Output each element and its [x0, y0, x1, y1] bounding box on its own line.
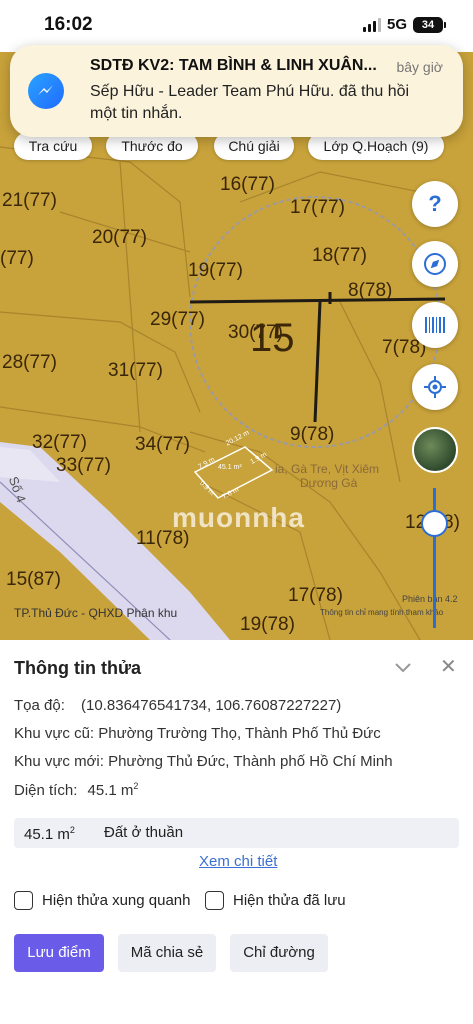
parcel-label: (77) [0, 248, 34, 269]
checkbox-box[interactable] [14, 891, 33, 910]
network-type: 5G [386, 16, 407, 33]
parcel-label: 31(77) [108, 360, 163, 381]
compass-button[interactable] [412, 241, 458, 287]
collapse-chevron-icon[interactable] [394, 658, 412, 676]
map-version: Phiên bản 4.2 [402, 594, 458, 604]
selected-parcel-number: 15 [250, 316, 295, 360]
coordinates-label: Tọa độ: [14, 697, 65, 714]
notification-title: SDTĐ KV2: TAM BÌNH & LINH XUÂN... [90, 57, 377, 74]
satellite-layer-icon[interactable] [412, 427, 458, 473]
parcel-label: 8(78) [348, 280, 393, 301]
parcel-label: 17(77) [290, 197, 345, 218]
area-unit-sup: 2 [133, 781, 139, 791]
parcel-label: 32(77) [32, 432, 87, 453]
new-area-label: Khu vực mới: [14, 753, 104, 770]
show-surrounding-checkbox[interactable]: Hiện thửa xung quanh [14, 891, 190, 910]
parcel-boundary [339, 301, 401, 483]
old-area-row: Khu vực cũ: Phường Trường Thọ, Thành Phố… [14, 725, 381, 742]
old-area-label: Khu vực cũ: [14, 725, 95, 742]
save-point-button[interactable]: Lưu điểm [14, 934, 104, 972]
parcel-label: 33(77) [56, 455, 111, 476]
road-name: Dương Gà [300, 476, 358, 490]
parcel-label: 29(77) [150, 309, 205, 330]
notification-time: bây giờ [396, 59, 443, 75]
share-code-button[interactable]: Mã chia sẻ [118, 934, 216, 972]
sheet-title: Thông tin thửa [14, 658, 142, 678]
map-layer-name: TP.Thủ Đức - QHXD Phân khu [14, 606, 178, 620]
parcel-label: 21(77) [2, 190, 57, 211]
checkbox-label: Hiện thửa xung quanh [42, 892, 191, 909]
area-row: Diện tích: 45.1 m2 [14, 781, 138, 799]
parcel-info-sheet: Thông tin thửa ✕ Tọa độ: (10.83647654173… [0, 640, 473, 1024]
push-notification[interactable]: SDTĐ KV2: TAM BÌNH & LINH XUÂN... bây gi… [10, 45, 463, 137]
status-indicators: 5G 34 [362, 16, 446, 33]
land-use-area: 45.1 m2 [24, 825, 75, 843]
area-label: Diện tích: [14, 782, 78, 799]
battery-icon: 34 [413, 16, 446, 33]
help-icon: ? [428, 191, 442, 216]
parcel-label: 19(78) [240, 614, 295, 635]
view-detail-link[interactable]: Xem chi tiết [199, 853, 277, 870]
barcode-button[interactable] [412, 302, 458, 348]
coordinates-value: (10.836476541734, 106.76087227227) [81, 697, 342, 714]
selected-boundary [313, 301, 322, 423]
land-use-row: 45.1 m2 Đất ở thuần [14, 818, 459, 848]
new-area-row: Khu vực mới: Phường Thủ Đức, Thành phố H… [14, 753, 393, 770]
area-value: 45.1 m [87, 782, 134, 799]
parcel-label: 20(77) [92, 227, 147, 248]
locate-icon [424, 376, 446, 398]
parcel-label: 19(77) [188, 260, 243, 281]
close-icon[interactable]: ✕ [440, 654, 457, 679]
help-button[interactable]: ? [412, 181, 458, 227]
parcel-label: 15(87) [6, 569, 61, 590]
land-use-type: Đất ở thuần [104, 824, 184, 841]
status-time: 16:02 [44, 14, 93, 35]
parcel-boundary [119, 161, 141, 433]
map-disclaimer: Thông tin chỉ mang tính tham khảo [320, 608, 444, 617]
parcel-label: 9(78) [290, 424, 335, 445]
parcel-label: 34(77) [135, 434, 190, 455]
selected-boundary [189, 297, 446, 304]
old-area-value: Phường Trường Thọ, Thành Phố Thủ Đức [98, 725, 381, 742]
parcel-label: 16(77) [220, 174, 275, 195]
parcel-boundary [0, 146, 191, 298]
parcel-label: 17(78) [288, 585, 343, 606]
locate-button[interactable] [412, 364, 458, 410]
directions-button[interactable]: Chỉ đường [230, 934, 328, 972]
dimension-area: 45.1 m² [218, 464, 242, 471]
opacity-slider-knob[interactable] [421, 510, 448, 537]
road-name: ia, Gà Tre, Vịt Xiêm [275, 462, 380, 476]
parcel-label: 18(77) [312, 245, 367, 266]
watermark-logo: muonnha [172, 502, 305, 533]
show-saved-checkbox[interactable]: Hiện thửa đã lưu [205, 891, 346, 910]
opacity-slider-track[interactable] [433, 488, 436, 628]
new-area-value: Phường Thủ Đức, Thành phố Hồ Chí Minh [108, 753, 393, 770]
compass-icon [424, 253, 446, 275]
coordinates-row: Tọa độ: (10.836476541734, 106.7608722722… [14, 697, 341, 714]
notification-body: Sếp Hữu - Leader Team Phú Hữu. đã thu hồ… [90, 83, 410, 122]
messenger-icon [28, 73, 64, 109]
checkbox-box[interactable] [205, 891, 224, 910]
barcode-icon [425, 317, 445, 333]
checkbox-label: Hiện thửa đã lưu [233, 892, 346, 909]
parcel-label: 28(77) [2, 352, 57, 373]
signal-icon [362, 17, 381, 32]
